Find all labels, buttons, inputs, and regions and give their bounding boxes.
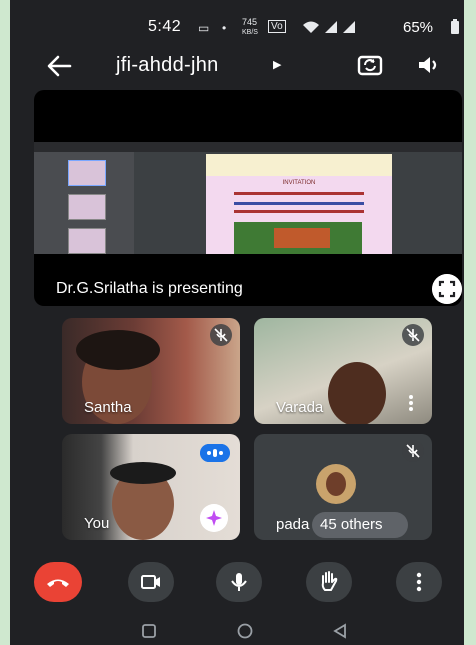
participant-hair	[76, 330, 160, 370]
participant-tile-santha[interactable]: Santha	[62, 318, 240, 424]
viewer-toolbar	[34, 142, 462, 152]
presentation-tile[interactable]: INVITATION Dr.G.Srilatha is presenting	[34, 90, 462, 306]
effects-sparkle-icon[interactable]	[200, 504, 228, 532]
slide-thumbnail	[68, 228, 106, 254]
status-time: 5:42	[148, 18, 182, 35]
speaking-indicator-icon	[200, 444, 230, 462]
mic-off-icon	[402, 440, 424, 462]
app-bar: jfi-ahdd-jhn ▶	[10, 48, 464, 84]
slide-header-band	[206, 154, 392, 176]
net-speed: 745 KB/S	[242, 18, 258, 37]
others-count-label: 45 others	[320, 516, 383, 533]
viewer-sidebar	[34, 152, 134, 254]
signal-2-icon	[343, 21, 355, 33]
notification-dot-icon: •	[222, 21, 227, 35]
speaker-icon[interactable]	[416, 52, 442, 78]
more-options-button[interactable]	[396, 562, 442, 602]
screencast-icon: ▭	[198, 21, 210, 35]
nav-back-icon[interactable]	[332, 623, 348, 639]
participant-hair	[110, 462, 176, 484]
participant-video	[328, 362, 386, 424]
slide-thumbnail	[68, 194, 106, 220]
signal-1-icon	[325, 21, 337, 33]
raise-hand-icon	[321, 571, 338, 591]
raise-hand-button[interactable]	[306, 562, 352, 602]
end-call-button[interactable]	[34, 562, 82, 602]
participant-tile-varada[interactable]: Varada	[254, 318, 432, 424]
microphone-button[interactable]	[216, 562, 262, 602]
net-speed-value: 745	[242, 17, 258, 27]
participant-tile-others[interactable]: pada 45 others	[254, 434, 432, 540]
slide-text-line	[234, 210, 364, 213]
mic-off-icon	[210, 324, 232, 346]
slide-photo	[234, 222, 362, 254]
slide-thumbnail	[68, 160, 106, 186]
mic-off-icon	[402, 324, 424, 346]
others-count-badge[interactable]: 45 others	[312, 512, 408, 538]
fullscreen-icon[interactable]	[432, 274, 462, 304]
participant-name: You	[84, 515, 110, 532]
back-arrow-icon[interactable]	[44, 52, 74, 80]
battery-icon	[451, 19, 459, 34]
participant-tile-you[interactable]: You	[62, 434, 240, 540]
tile-options-icon[interactable]	[408, 394, 414, 412]
slide-text-line	[234, 202, 364, 205]
battery-percent: 65%	[403, 19, 434, 36]
slide-text-line	[234, 192, 364, 195]
volte-badge: Vo	[268, 20, 286, 33]
status-bar: 5:42 ▭ • 745 KB/S Vo 65%	[10, 0, 464, 40]
slide-page: INVITATION	[206, 154, 392, 254]
meet-screen: 5:42 ▭ • 745 KB/S Vo 65% jfi-ahdd-jhn ▶	[10, 0, 464, 645]
participant-name: pada	[276, 516, 310, 533]
camera-icon	[141, 575, 160, 589]
switch-camera-icon[interactable]	[356, 51, 384, 79]
wifi-icon	[303, 21, 319, 33]
participant-name: Santha	[84, 399, 132, 416]
home-icon[interactable]	[236, 623, 254, 639]
participant-name: Varada	[276, 399, 324, 416]
microphone-icon	[231, 573, 247, 591]
presenting-label: Dr.G.Srilatha is presenting	[56, 280, 243, 297]
more-options-icon	[416, 572, 422, 592]
call-controls	[10, 562, 464, 606]
net-speed-unit: KB/S	[242, 29, 258, 36]
slide-heading: INVITATION	[282, 180, 316, 186]
shared-screen: INVITATION	[34, 142, 462, 254]
system-nav-bar	[10, 618, 464, 645]
camera-button[interactable]	[128, 562, 174, 602]
meeting-code[interactable]: jfi-ahdd-jhn	[116, 54, 219, 77]
recents-icon[interactable]	[142, 624, 156, 638]
dropdown-caret-icon[interactable]: ▶	[273, 58, 281, 71]
end-call-icon	[47, 579, 69, 587]
avatar	[316, 464, 356, 504]
